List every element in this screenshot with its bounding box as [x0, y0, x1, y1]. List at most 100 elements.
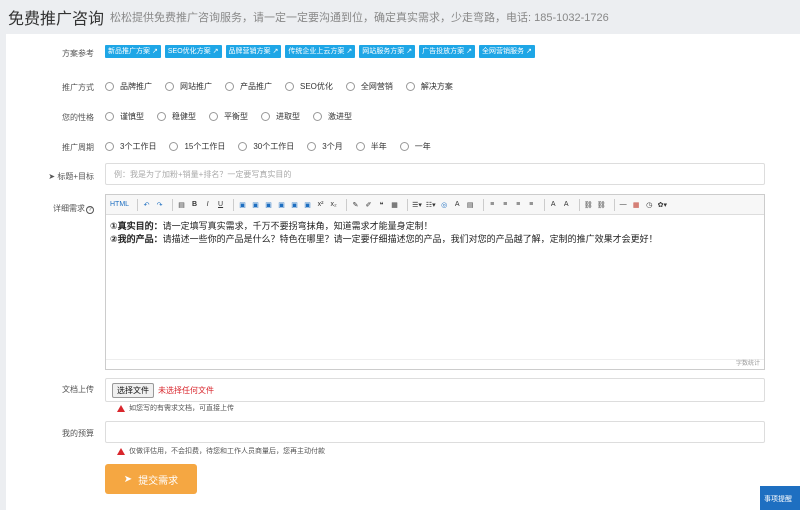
method-radio[interactable]: 品牌推广 [105, 81, 152, 92]
align-justify-icon[interactable]: ≡ [527, 199, 536, 211]
upload-hint-text: 如您写的有需求文档，可直接上传 [129, 405, 234, 412]
page-subtitle: 松松提供免费推广咨询服务，请一定一定要沟通到位，确定真实需求，少走弯路，电话: … [110, 12, 609, 24]
budget-hint-text: 仅做评估用，不会扣费，待您和工作人员商量后，您再主动付款 [129, 448, 325, 455]
method-radio[interactable]: 全网营销 [345, 81, 393, 92]
radio-circle-icon [105, 111, 114, 121]
method-radio[interactable]: 解决方案 [405, 81, 453, 92]
scheme-tag[interactable]: 广告投放方案 ↗ [419, 44, 476, 58]
radio-circle-icon [307, 141, 317, 151]
personality-radio-label: 谨慎型 [120, 111, 144, 121]
toolbar-divider [482, 198, 484, 211]
method-row: 推广方式 品牌推广 网站推广 产品推广 SEO优化 全网营销 解决方案 [6, 79, 800, 93]
image-wrap-icon[interactable]: ▣ [290, 199, 299, 211]
paste-icon[interactable]: ▤ [177, 199, 186, 211]
rich-text-editor: HTML ↶ ↷ ▤ B I U ▣ ▣ ▣ ▣ ▣ ▣ x² x₂ ✎ ✐ ❝… [105, 194, 765, 370]
code-icon[interactable]: ▦ [390, 199, 399, 211]
align-left-icon[interactable]: ≡ [488, 199, 497, 211]
cycle-radio-label: 30个工作日 [253, 141, 295, 151]
image-none-icon[interactable]: ▣ [303, 199, 312, 211]
reminder-button[interactable]: 事项提醒 [760, 486, 800, 510]
cycle-radio-label: 3个月 [322, 141, 343, 151]
title-input[interactable]: 例：我是为了加粉+销量+排名？一定要写真实目的 [105, 163, 765, 185]
external-link-icon: ↗ [272, 48, 279, 55]
cycle-radio[interactable]: 3个月 [307, 141, 343, 152]
page-title: 免费推广咨询 [8, 11, 105, 28]
unordered-list-icon[interactable]: ☷▾ [426, 199, 436, 211]
personality-radio[interactable]: 谨慎型 [105, 111, 144, 122]
detail-label-text: 详细需求 [53, 204, 85, 213]
image-center-icon[interactable]: ▣ [264, 199, 273, 211]
personality-radio[interactable]: 进取型 [261, 111, 300, 122]
align-center-icon[interactable]: ≡ [501, 199, 510, 211]
eraser-icon[interactable]: ✎ [351, 199, 360, 211]
submit-button[interactable]: ➤ 提交需求 [105, 464, 197, 494]
html-source-icon[interactable]: HTML [110, 199, 129, 211]
personality-radio[interactable]: 平衡型 [209, 111, 248, 122]
external-link-icon: ↗ [152, 48, 158, 55]
line1-prefix: ①真实目的： [110, 221, 163, 231]
radio-circle-icon [169, 141, 179, 151]
image-left-icon[interactable]: ▣ [251, 199, 260, 211]
method-radio[interactable]: 网站推广 [165, 81, 212, 92]
clear-format-icon[interactable]: A [453, 199, 462, 211]
personality-radio[interactable]: 激进型 [313, 111, 352, 122]
ordered-list-icon[interactable]: ☰▾ [412, 199, 422, 211]
personality-radio-label: 激进型 [328, 111, 352, 121]
underline-icon[interactable]: U [216, 199, 225, 211]
cycle-radio[interactable]: 一年 [399, 141, 431, 152]
unlink-icon[interactable]: ⛓ [597, 199, 606, 211]
cycle-radio[interactable]: 30个工作日 [238, 141, 294, 152]
date-icon[interactable]: ▦ [632, 199, 641, 211]
background-color-icon[interactable]: A [562, 199, 571, 211]
emotion-icon[interactable]: ✿▾ [658, 199, 667, 211]
align-right-icon[interactable]: ≡ [514, 199, 523, 211]
external-link-icon: ↗ [346, 48, 353, 55]
horizontal-rule-icon[interactable]: — [619, 199, 628, 211]
radio-circle-icon [157, 111, 166, 121]
personality-radio[interactable]: 稳健型 [157, 111, 196, 122]
font-color-icon[interactable]: A [549, 199, 558, 211]
cycle-radio[interactable]: 半年 [355, 141, 387, 152]
image-right-icon[interactable]: ▣ [277, 199, 286, 211]
scheme-tags: 新品推广方案 ↗ SEO优化方案 ↗ 品牌营销方案 ↗ 传统企业上云方案 ↗ 网站服务方案 ↗ 广告… [105, 44, 539, 58]
method-radio[interactable]: 产品推广 [225, 81, 272, 92]
toolbar-divider [543, 198, 545, 211]
link-icon[interactable]: ⛓ [584, 199, 593, 211]
method-radio-label: 网站推广 [180, 81, 212, 91]
quote-icon[interactable]: ❝ [377, 199, 386, 211]
choose-file-button[interactable]: 选择文件 [112, 382, 154, 398]
line1-text: 请一定填写真实需求，千万不要拐弯抹角，知道需求才能量身定制！ [162, 221, 433, 231]
redo-icon[interactable]: ↷ [155, 199, 164, 211]
scheme-tag[interactable]: 网站服务方案 ↗ [359, 44, 416, 58]
help-icon[interactable]: ? [86, 206, 94, 214]
editor-line-2: ②我的产品：请描述一些你的产品是什么？特色在哪里？请一定要仔细描述您的产品，我们… [110, 233, 760, 246]
scheme-tag[interactable]: SEO优化方案 ↗ [164, 44, 222, 58]
radio-circle-icon [313, 111, 322, 121]
italic-icon[interactable]: I [203, 199, 212, 211]
budget-label: 我的预算 [62, 429, 94, 438]
send-icon: ➤ [123, 473, 133, 485]
cycle-label: 推广周期 [62, 143, 94, 152]
scheme-tag[interactable]: 新品推广方案 ↗ [105, 44, 161, 58]
subscript-icon[interactable]: x₂ [329, 199, 338, 211]
scheme-tag[interactable]: 传统企业上云方案 ↗ [285, 44, 356, 58]
personality-options: 谨慎型 稳健型 平衡型 进取型 激进型 [105, 111, 365, 122]
image-icon[interactable]: ▣ [238, 199, 247, 211]
file-status: 未选择任何文件 [158, 385, 214, 395]
method-radio[interactable]: SEO优化 [285, 81, 333, 92]
format-brush-icon[interactable]: ✐ [364, 199, 373, 211]
scheme-tag[interactable]: 全网营销服务 ↗ [479, 44, 535, 58]
cycle-radio[interactable]: 15个工作日 [169, 141, 225, 152]
undo-icon[interactable]: ↶ [142, 199, 151, 211]
toolbar-divider [578, 198, 580, 211]
budget-input[interactable] [105, 421, 765, 443]
paragraph-icon[interactable]: ◎ [440, 199, 449, 211]
bold-icon[interactable]: B [190, 199, 199, 211]
text-direction-icon[interactable]: ▤ [466, 199, 475, 211]
superscript-icon[interactable]: x² [316, 199, 325, 211]
time-icon[interactable]: ◷ [645, 199, 654, 211]
scheme-tag[interactable]: 品牌营销方案 ↗ [225, 44, 282, 58]
cycle-radio[interactable]: 3个工作日 [105, 141, 156, 152]
editor-content[interactable]: ①真实目的：请一定填写真实需求，千万不要拐弯抹角，知道需求才能量身定制！ ②我的… [106, 215, 764, 251]
personality-label: 您的性格 [62, 113, 94, 122]
